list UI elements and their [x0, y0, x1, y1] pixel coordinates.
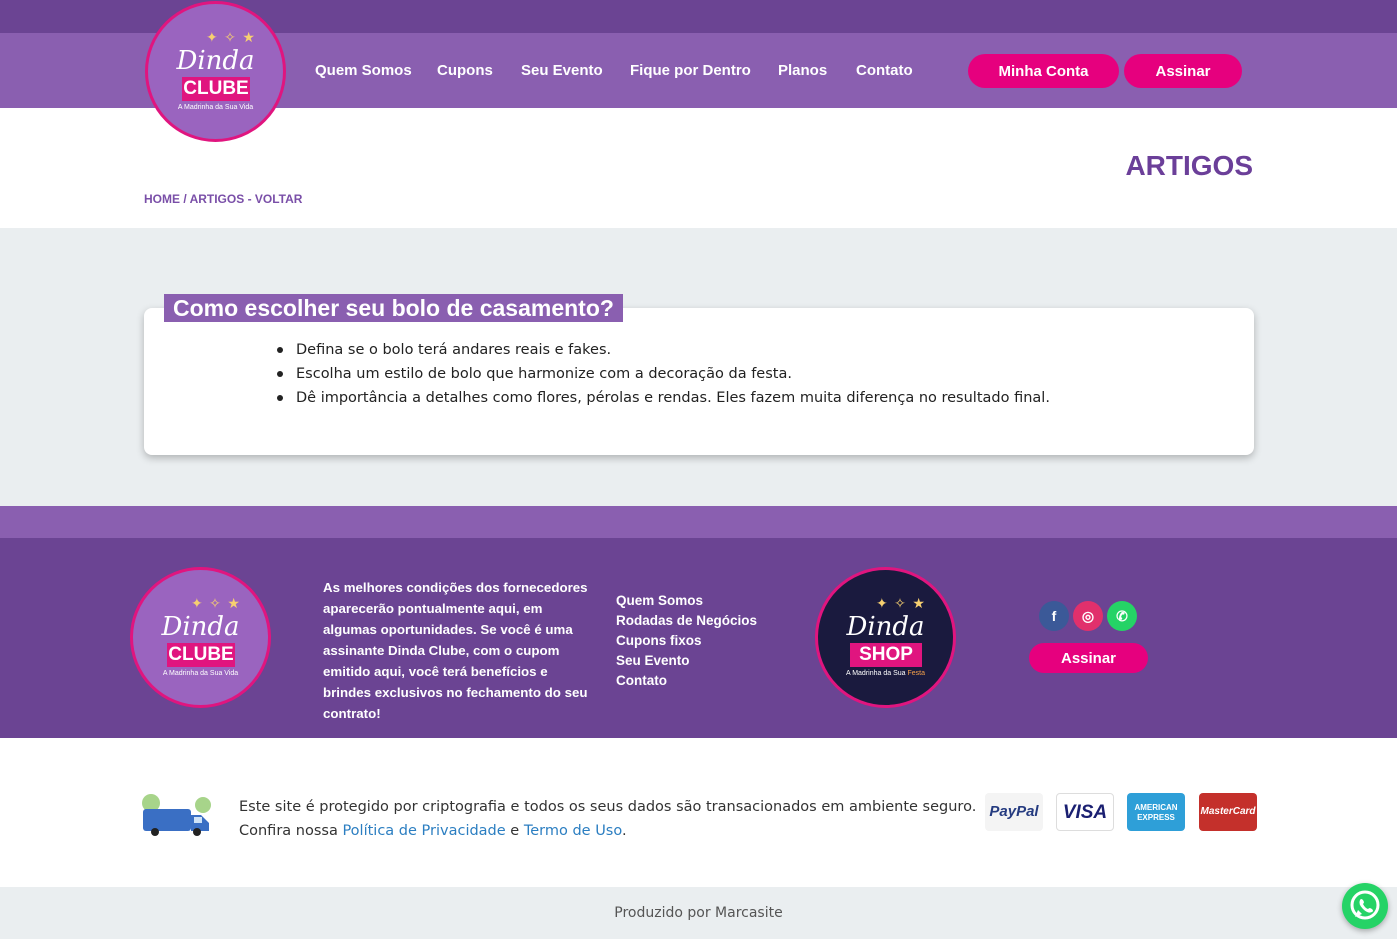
nav-contato[interactable]: Contato	[856, 62, 913, 79]
assinar-button[interactable]: Assinar	[1124, 54, 1242, 88]
logo-shop: SHOP	[850, 643, 922, 667]
security-prefix: Confira nossa	[239, 823, 343, 839]
list-item: Escolha um estilo de bolo que harmonize …	[277, 364, 1050, 388]
whatsapp-float-icon[interactable]	[1342, 883, 1388, 929]
security-line-1: Este site é protegido por criptografia e…	[239, 799, 977, 815]
list-item: Dê importância a detalhes como flores, p…	[277, 388, 1050, 412]
facebook-icon[interactable]: f	[1039, 601, 1069, 631]
logo-script: Dinda	[176, 46, 255, 76]
footer-strip	[0, 506, 1397, 538]
footer-link-quem-somos[interactable]: Quem Somos	[616, 591, 757, 611]
nav-fique-por-dentro[interactable]: Fique por Dentro	[630, 62, 751, 79]
stars-icon: ✦ ✧ ★	[876, 596, 926, 612]
amex-icon: AMERICAN EXPRESS	[1127, 793, 1185, 831]
breadcrumb-back[interactable]: - VOLTAR	[244, 192, 303, 206]
shop-tagline-a: A Madrinha da Sua	[845, 670, 908, 677]
paypal-icon: PayPal	[985, 793, 1043, 831]
nav-seu-evento[interactable]: Seu Evento	[521, 62, 603, 79]
logo-clube: CLUBE	[182, 77, 250, 101]
dinda-clube-logo[interactable]: ✦ ✧ ★ Dinda CLUBE A Madrinha da Sua Vida	[145, 1, 286, 142]
article-list: Defina se o bolo terá andares reais e fa…	[277, 340, 1050, 412]
minha-conta-button[interactable]: Minha Conta	[968, 54, 1119, 88]
nav-quem-somos[interactable]: Quem Somos	[315, 62, 412, 79]
nav-cupons[interactable]: Cupons	[437, 62, 493, 79]
terms-link[interactable]: Termo de Uso	[524, 823, 622, 839]
produced-by: Produzido por Marcasite	[614, 905, 783, 921]
breadcrumb-home[interactable]: HOME	[144, 192, 180, 206]
shop-tagline-b: Festa	[907, 670, 925, 677]
footer-description: As melhores condições dos fornecedores a…	[323, 580, 588, 721]
logo-script: Dinda	[161, 612, 240, 642]
logo-script: Dinda	[846, 612, 925, 642]
mastercard-icon: MasterCard	[1199, 793, 1257, 831]
footer-link-seu-evento[interactable]: Seu Evento	[616, 651, 757, 671]
breadcrumb-current: ARTIGOS	[189, 192, 245, 206]
stars-icon: ✦ ✧ ★	[191, 596, 241, 612]
security-line-2: Confira nossa Política de Privacidade e …	[239, 819, 976, 843]
security-suffix: .	[621, 823, 627, 839]
page-title: ARTIGOS	[1125, 150, 1253, 181]
logo-tagline: A Madrinha da Sua Vida	[162, 670, 239, 677]
footer-link-contato[interactable]: Contato	[616, 671, 757, 691]
logo-tagline: A Madrinha da Sua Vida	[177, 104, 254, 111]
footer-link-rodadas[interactable]: Rodadas de Negócios	[616, 611, 757, 631]
footer-link-cupons-fixos[interactable]: Cupons fixos	[616, 631, 757, 651]
instagram-icon[interactable]: ◎	[1073, 601, 1103, 631]
footer-dinda-clube-logo[interactable]: ✦ ✧ ★ Dinda CLUBE A Madrinha da Sua Vida	[130, 567, 271, 708]
logo-tagline: A Madrinha da Sua Festa	[818, 670, 953, 677]
visa-icon: VISA	[1056, 793, 1114, 831]
logo-clube: CLUBE	[167, 643, 235, 667]
list-item: Defina se o bolo terá andares reais e fa…	[277, 340, 1050, 364]
security-and: e	[505, 823, 524, 839]
delivery-truck-icon	[142, 794, 211, 836]
stars-icon: ✦ ✧ ★	[206, 30, 256, 46]
whatsapp-glyph-icon	[1350, 890, 1380, 920]
privacy-policy-link[interactable]: Política de Privacidade	[342, 823, 505, 839]
nav-planos[interactable]: Planos	[778, 62, 827, 79]
dinda-shop-logo[interactable]: ✦ ✧ ★ Dinda SHOP A Madrinha da Sua Festa	[815, 567, 956, 708]
footer-links: Quem Somos Rodadas de Negócios Cupons fi…	[616, 591, 757, 691]
security-text: Este site é protegido por criptografia e…	[239, 795, 976, 843]
breadcrumb-separator: /	[180, 192, 190, 206]
breadcrumb: HOME / ARTIGOS - VOLTAR	[144, 192, 302, 206]
article-title: Como escolher seu bolo de casamento?	[164, 294, 623, 322]
whatsapp-icon[interactable]: ✆	[1107, 601, 1137, 631]
footer-assinar-button[interactable]: Assinar	[1029, 643, 1148, 673]
